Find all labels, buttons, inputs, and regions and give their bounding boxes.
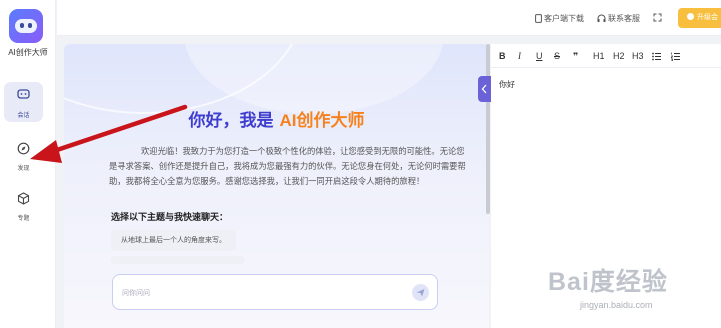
brand-name: AI创作大师 — [8, 48, 48, 57]
client-download-label: 客户端下载 — [544, 14, 584, 23]
ordered-list-icon — [670, 52, 680, 62]
chat-input[interactable]: 问你问问 — [112, 274, 438, 310]
watermark-sub: jingyan.baidu.com — [580, 300, 653, 310]
contact-support-label: 联系客服 — [608, 14, 640, 23]
chat-scrollbar[interactable] — [486, 44, 490, 214]
topics-title: 选择以下主题与我快速聊天： — [111, 212, 229, 222]
send-icon — [416, 289, 425, 297]
sidebar-item-label: 专题 — [17, 216, 30, 222]
heading3-button[interactable]: H3 — [632, 51, 644, 61]
collapse-editor-tab[interactable] — [478, 76, 491, 102]
watermark-main: Bai度经验 — [548, 268, 668, 296]
contact-support-link[interactable]: 联系客服 — [597, 13, 640, 24]
heading2-button[interactable]: H2 — [613, 51, 625, 61]
underline-button[interactable]: U — [536, 51, 543, 61]
upgrade-member-button[interactable]: 升级会 — [678, 8, 721, 28]
top-bar: 客户端下载 联系客服 升级会 — [57, 0, 721, 36]
chat-bubble-icon — [17, 89, 30, 99]
sidebar-item-topics[interactable]: 专题 — [4, 185, 43, 225]
fullscreen-icon — [653, 13, 662, 22]
editor-toolbar: B I U S ❞ H1 H2 H3 — [491, 44, 721, 68]
client-download-link[interactable]: 客户端下载 — [535, 13, 584, 24]
sidebar-item-label: 发现 — [17, 166, 30, 172]
chat-input-placeholder: 问你问问 — [122, 290, 150, 297]
chat-panel: 你好，我是 AI创作大师 欢迎光临！我致力于为您打造一个极致个性化的体验，让您感受… — [64, 44, 489, 328]
fullscreen-button[interactable] — [653, 13, 664, 22]
sidebar-item-label: 会话 — [17, 113, 30, 119]
collapse-icon — [481, 84, 487, 94]
strikethrough-button[interactable]: S — [554, 51, 560, 61]
greeting-prefix: 你好，我是 — [188, 111, 274, 130]
watermark: Bai度经验 jingyan.baidu.com — [548, 262, 698, 314]
suggestion-chip[interactable]: 从地球上最后一个人的角度来写。 — [111, 230, 236, 251]
upgrade-icon — [687, 13, 694, 20]
bullet-list-button[interactable] — [652, 52, 661, 63]
editor-content[interactable]: 你好 — [499, 79, 515, 90]
bold-button[interactable]: B — [499, 51, 506, 61]
robot-logo-icon — [9, 9, 43, 43]
left-sidebar: AI创作大师 会话 发现 专题 — [0, 0, 56, 328]
ordered-list-button[interactable] — [670, 52, 680, 63]
sidebar-item-chat[interactable]: 会话 — [4, 82, 43, 122]
greeting-heading: 你好，我是 AI创作大师 — [64, 106, 489, 131]
compass-icon — [17, 142, 30, 155]
bullet-list-icon — [652, 52, 661, 61]
send-button[interactable] — [412, 284, 429, 301]
phone-icon — [535, 14, 542, 23]
italic-button[interactable]: I — [518, 51, 521, 61]
intro-paragraph: 欢迎光临！我致力于为您打造一个极致个性化的体验，让您感受到无限的可能性。无论您是… — [109, 146, 466, 186]
heading1-button[interactable]: H1 — [593, 51, 605, 61]
quote-button[interactable]: ❞ — [573, 51, 578, 62]
cube-icon — [17, 192, 30, 205]
sidebar-item-discover[interactable]: 发现 — [4, 135, 43, 175]
greeting-name: AI创作大师 — [279, 111, 365, 130]
headset-icon — [597, 14, 606, 22]
upgrade-label: 升级会 — [697, 14, 718, 21]
suggestion-chip[interactable] — [111, 256, 245, 264]
